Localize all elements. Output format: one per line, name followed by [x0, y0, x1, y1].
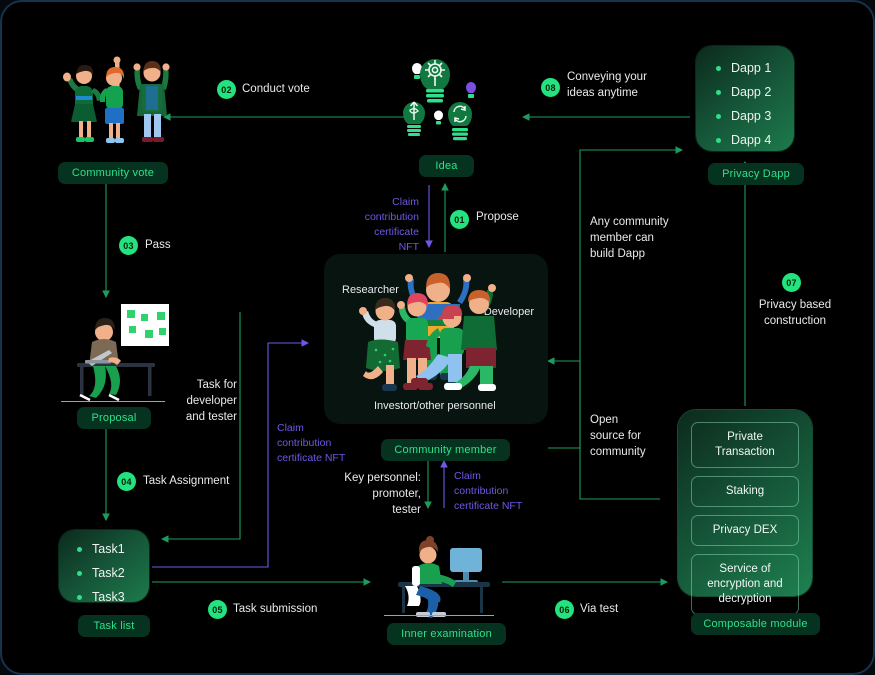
community-vote-label: Community vote: [58, 162, 168, 184]
list-item[interactable]: Dapp 4: [716, 133, 794, 147]
module-staking[interactable]: Staking: [691, 476, 799, 507]
diagram-canvas: Community vote Idea Dapp 1 Dapp 2 Dapp 3…: [0, 0, 875, 675]
list-item[interactable]: Task2: [77, 566, 149, 580]
task-list-card[interactable]: Task1 Task2 Task3: [59, 530, 149, 604]
dapp-item-label: Dapp 2: [731, 85, 772, 99]
privacy-dapp-label: Privacy Dapp: [708, 163, 804, 185]
idea-label: Idea: [419, 155, 474, 177]
step-label-07: Privacy based construction: [758, 299, 832, 327]
bullet-icon: [716, 113, 721, 119]
step-label-06: Via test: [580, 603, 619, 615]
dapp-item-label: Dapp 3: [731, 109, 772, 123]
role-investor: Investort/other personnel: [374, 400, 496, 412]
dapp-item-label: Dapp 1: [731, 61, 772, 75]
annotation-nft-left: Claim contribution certificate NFT: [277, 422, 346, 464]
annotation-key-personnel: Key personnel: promoter, tester: [344, 472, 421, 516]
step-badge-07: 07: [782, 273, 801, 292]
step-badge-06: 06: [555, 600, 574, 619]
module-privacy-dex[interactable]: Privacy DEX: [691, 515, 799, 546]
step-badge-01: 01: [450, 210, 469, 229]
annotation-open-source: Open source for community: [590, 414, 646, 458]
step-label-05: Task submission: [233, 603, 318, 615]
bullet-icon: [77, 594, 82, 600]
list-item[interactable]: Task3: [77, 590, 149, 604]
step-badge-05: 05: [208, 600, 227, 619]
community-vote-illustration: [42, 40, 172, 150]
task-item-label: Task2: [92, 566, 125, 580]
list-item[interactable]: Dapp 2: [716, 85, 794, 99]
bullet-icon: [716, 137, 721, 143]
step-label-08: Conveying your ideas anytime: [567, 71, 647, 99]
step-label-01: Propose: [476, 211, 519, 223]
proposal-label: Proposal: [77, 407, 151, 429]
step-label-04: Task Assignment: [143, 475, 230, 487]
composable-module-label: Composable module: [691, 613, 820, 635]
list-item[interactable]: Dapp 3: [716, 109, 794, 123]
dapp-list: Dapp 1 Dapp 2 Dapp 3 Dapp 4: [716, 61, 794, 147]
step-badge-03: 03: [119, 236, 138, 255]
step-label-02: Conduct vote: [242, 83, 310, 95]
step-badge-08: 08: [541, 78, 560, 97]
inner-examination-label: Inner examination: [387, 623, 506, 645]
privacy-dapp-card[interactable]: Dapp 1 Dapp 2 Dapp 3 Dapp 4: [696, 46, 794, 151]
bullet-icon: [77, 570, 82, 576]
step-badge-04: 04: [117, 472, 136, 491]
step-label-03: Pass: [145, 239, 171, 251]
annotation-any-community: Any community member can build Dapp: [590, 216, 669, 260]
module-encryption-service[interactable]: Service of encryption and decryption: [691, 554, 799, 615]
bullet-icon: [716, 65, 721, 71]
list-item[interactable]: Dapp 1: [716, 61, 794, 75]
task-items: Task1 Task2 Task3: [77, 542, 149, 604]
dapp-item-label: Dapp 4: [731, 133, 772, 147]
step-badge-02: 02: [217, 80, 236, 99]
bullet-icon: [77, 546, 82, 552]
list-item[interactable]: Task1: [77, 542, 149, 556]
inner-examination-illustration: [380, 530, 498, 622]
group-people-illustration: [356, 272, 521, 397]
composable-module-card[interactable]: Private Transaction Staking Privacy DEX …: [678, 410, 812, 615]
task-list-label: Task list: [78, 615, 150, 637]
proposal-illustration: [47, 300, 177, 410]
community-member-card[interactable]: Researcher Developer Investort/other per…: [324, 254, 548, 424]
annotation-nft-right: Claim contribution certificate NFT: [454, 470, 523, 512]
module-private-transaction[interactable]: Private Transaction: [691, 422, 799, 468]
task-item-label: Task1: [92, 542, 125, 556]
annotation-nft-top: Claim contribution certificate NFT: [364, 196, 419, 253]
task-item-label: Task3: [92, 590, 125, 604]
idea-illustration: [390, 40, 490, 145]
community-member-label: Community member: [381, 439, 510, 461]
bullet-icon: [716, 89, 721, 95]
annotation-task-for: Task for developer and tester: [185, 379, 237, 423]
